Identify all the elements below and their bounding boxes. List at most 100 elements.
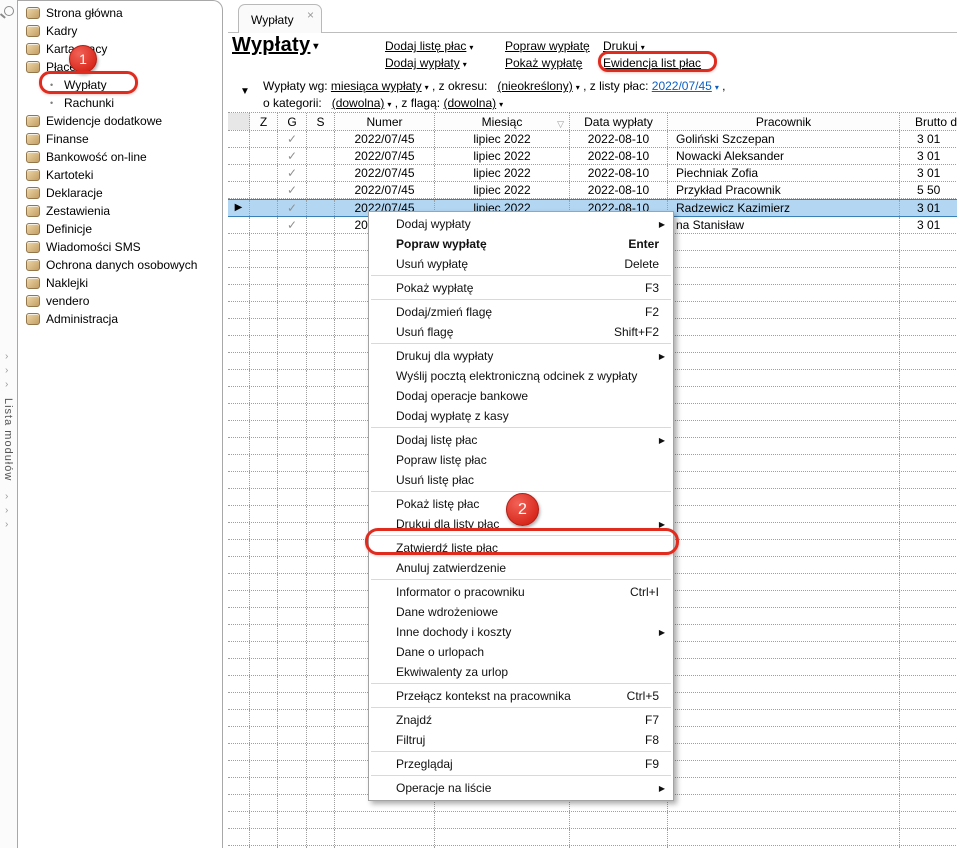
sidebar-item-ewidencje-dodatkowe[interactable]: Ewidencje dodatkowe <box>18 112 222 130</box>
tab-strip-divider <box>228 32 957 33</box>
sidebar-item-kartoteki[interactable]: Kartoteki <box>18 166 222 184</box>
menu-item-drukuj-dla-wyplaty[interactable]: Drukuj dla wypłaty ▶ <box>369 346 673 366</box>
filter-line-2: o kategorii: (dowolna) ▾ , z flagą: (dowo… <box>263 96 504 110</box>
menu-separator <box>371 275 671 276</box>
sidebar-item-naklejki[interactable]: Naklejki <box>18 274 222 292</box>
menu-item-anuluj-zatwierdzenie[interactable]: Anuluj zatwierdzenie <box>369 558 673 578</box>
column-header-brutto[interactable]: Brutto d <box>900 113 957 130</box>
menu-separator <box>371 683 671 684</box>
table-row[interactable]: ✓ 2022/07/45 lipiec 2022 2022-08-10 Przy… <box>228 182 957 199</box>
menu-item-dodaj-zmien-flage[interactable]: Dodaj/zmień flagę F2 <box>369 302 673 322</box>
menu-item-pokaz-wyplate[interactable]: Pokaż wypłatę F3 <box>369 278 673 298</box>
table-row[interactable]: ✓ 2022/07/45 lipiec 2022 2022-08-10 Goli… <box>228 131 957 148</box>
menu-item-usun-wyplate[interactable]: Usuń wypłatę Delete <box>369 254 673 274</box>
sidebar-item-wiadomosci-sms[interactable]: Wiadomości SMS <box>18 238 222 256</box>
filter-link-lista-plac[interactable]: 2022/07/45 <box>652 79 712 93</box>
menu-item-zatwierdz-liste-plac[interactable]: Zatwierdź listę płac <box>369 538 673 558</box>
filter-link-kategoria[interactable]: (dowolna) <box>332 96 385 110</box>
toolbar-link-dodaj-wyplaty[interactable]: Dodaj wypłaty ▾ <box>385 56 467 70</box>
filter-line-1: Wypłaty wg: miesiąca wypłaty ▾ , z okresu… <box>263 79 726 93</box>
column-header-g[interactable]: G <box>278 113 307 130</box>
sidebar-item-ochrona-danych[interactable]: Ochrona danych osobowych <box>18 256 222 274</box>
toolbar-link-ewidencja-list-plac[interactable]: Ewidencja list płac <box>603 56 701 70</box>
table-row[interactable]: ✓ 2022/07/45 lipiec 2022 2022-08-10 Nowa… <box>228 148 957 165</box>
menu-item-dodaj-wyplate-z-kasy[interactable]: Dodaj wypłatę z kasy <box>369 406 673 426</box>
toolbar-link-popraw-wyplate[interactable]: Popraw wypłatę <box>505 39 590 53</box>
menu-item-dodaj-operacje-bankowe[interactable]: Dodaj operacje bankowe <box>369 386 673 406</box>
check-icon: ✓ <box>278 131 307 147</box>
menu-item-operacje-na-liscie[interactable]: Operacje na liście ▶ <box>369 778 673 798</box>
declarations-icon <box>26 187 40 199</box>
toolbar-link-dodaj-liste-plac[interactable]: Dodaj listę płac ▾ <box>385 39 473 53</box>
sidebar-item-definicje[interactable]: Definicje <box>18 220 222 238</box>
column-header-miesiac[interactable]: Miesiąc ▽ <box>435 113 570 130</box>
sidebar-item-bankowosc-on-line[interactable]: Bankowość on-line <box>18 148 222 166</box>
sidebar-item-zestawienia[interactable]: Zestawienia <box>18 202 222 220</box>
data-protection-icon <box>26 259 40 271</box>
shortcut-label: Shift+F2 <box>613 325 659 339</box>
sidebar-item-wyplaty[interactable]: • Wypłaty <box>18 76 222 94</box>
menu-item-ekwiwalenty-za-urlop[interactable]: Ekwiwalenty za urlop <box>369 662 673 682</box>
sidebar-item-administracja[interactable]: Administracja <box>18 310 222 328</box>
menu-item-informator-o-pracowniku[interactable]: Informator o pracowniku Ctrl+I <box>369 582 673 602</box>
column-header-numer[interactable]: Numer <box>335 113 435 130</box>
sidebar-item-rachunki[interactable]: • Rachunki <box>18 94 222 112</box>
sidebar-item-strona-glowna[interactable]: Strona główna <box>18 4 222 22</box>
table-header-row: Z G S Numer Miesiąc ▽ Data wypłaty Pracow… <box>228 112 957 131</box>
filter-expand-icon[interactable]: ▼ <box>240 86 250 97</box>
sms-icon <box>26 241 40 253</box>
menu-item-znajdz[interactable]: Znajdź F7 <box>369 710 673 730</box>
column-header-z[interactable]: Z <box>250 113 278 130</box>
menu-item-drukuj-dla-listy-plac[interactable]: Drukuj dla listy płac ▶ <box>369 514 673 534</box>
close-icon[interactable]: × <box>307 8 314 22</box>
shortcut-label: Ctrl+I <box>629 585 659 599</box>
table-row[interactable]: ✓ 2022/07/45 lipiec 2022 2022-08-10 Piec… <box>228 165 957 182</box>
toolbar-link-pokaz-wyplate[interactable]: Pokaż wypłatę <box>505 56 582 70</box>
menu-item-usun-flage[interactable]: Usuń flagę Shift+F2 <box>369 322 673 342</box>
tab-wyplaty[interactable]: Wypłaty × <box>238 4 322 33</box>
check-icon: ✓ <box>278 182 307 198</box>
menu-item-dane-wdrozeniowe[interactable]: Dane wdrożeniowe <box>369 602 673 622</box>
row-marker-icon: ▶ <box>228 200 250 216</box>
pin-icon <box>4 6 14 16</box>
sidebar-item-karta-pracy[interactable]: Karta pracy <box>18 40 222 58</box>
filter-link-wyplaty-wg[interactable]: miesiąca wypłaty <box>331 79 422 93</box>
menu-item-usun-liste-plac[interactable]: Usuń listę płac <box>369 470 673 490</box>
column-header-pracownik[interactable]: Pracownik <box>668 113 900 130</box>
sidebar-item-finanse[interactable]: Finanse <box>18 130 222 148</box>
table-empty-row <box>228 812 957 829</box>
sidebar-item-vendero[interactable]: vendero <box>18 292 222 310</box>
menu-item-inne-dochody-i-koszty[interactable]: Inne dochody i koszty ▶ <box>369 622 673 642</box>
menu-separator <box>371 535 671 536</box>
menu-item-dodaj-wyplaty[interactable]: Dodaj wypłaty ▶ <box>369 214 673 234</box>
menu-item-filtruj[interactable]: Filtruj F8 <box>369 730 673 750</box>
sidebar-item-deklaracje[interactable]: Deklaracje <box>18 184 222 202</box>
menu-item-dane-o-urlopach[interactable]: Dane o urlopach <box>369 642 673 662</box>
menu-separator <box>371 707 671 708</box>
menu-separator <box>371 427 671 428</box>
menu-item-dodaj-liste-plac[interactable]: Dodaj listę płac ▶ <box>369 430 673 450</box>
shortcut-label: F8 <box>644 733 659 747</box>
filter-link-okres[interactable]: (nieokreślony) <box>497 79 572 93</box>
column-header-s[interactable]: S <box>307 113 335 130</box>
toolbar-link-drukuj[interactable]: Drukuj ▾ <box>603 39 645 53</box>
menu-item-przegladaj[interactable]: Przeglądaj F9 <box>369 754 673 774</box>
menu-item-wyslij-poczta-odcinek[interactable]: Wyślij pocztą elektroniczną odcinek z wy… <box>369 366 673 386</box>
sort-icon[interactable]: ▽ <box>557 115 564 130</box>
column-header-marker[interactable] <box>228 113 250 130</box>
menu-item-pokaz-liste-plac[interactable]: Pokaż listę płac <box>369 494 673 514</box>
labels-icon <box>26 277 40 289</box>
page-title[interactable]: Wypłaty ▾ <box>232 34 319 57</box>
menu-item-popraw-liste-plac[interactable]: Popraw listę płac <box>369 450 673 470</box>
menu-item-popraw-wyplate[interactable]: Popraw wypłatę Enter <box>369 234 673 254</box>
check-icon: ✓ <box>278 148 307 164</box>
column-header-data-wyplaty[interactable]: Data wypłaty <box>570 113 668 130</box>
payroll-icon <box>26 61 40 73</box>
shortcut-label: F7 <box>644 713 659 727</box>
menu-item-przelacz-kontekst[interactable]: Przełącz kontekst na pracownika Ctrl+5 <box>369 686 673 706</box>
module-strip[interactable]: › › › Lista modułów › › › <box>0 0 18 848</box>
sidebar-item-kadry[interactable]: Kadry <box>18 22 222 40</box>
sidebar-item-place[interactable]: Płace <box>18 58 222 76</box>
chevron-icon: › <box>5 505 9 516</box>
filter-link-flaga[interactable]: (dowolna) <box>443 96 496 110</box>
